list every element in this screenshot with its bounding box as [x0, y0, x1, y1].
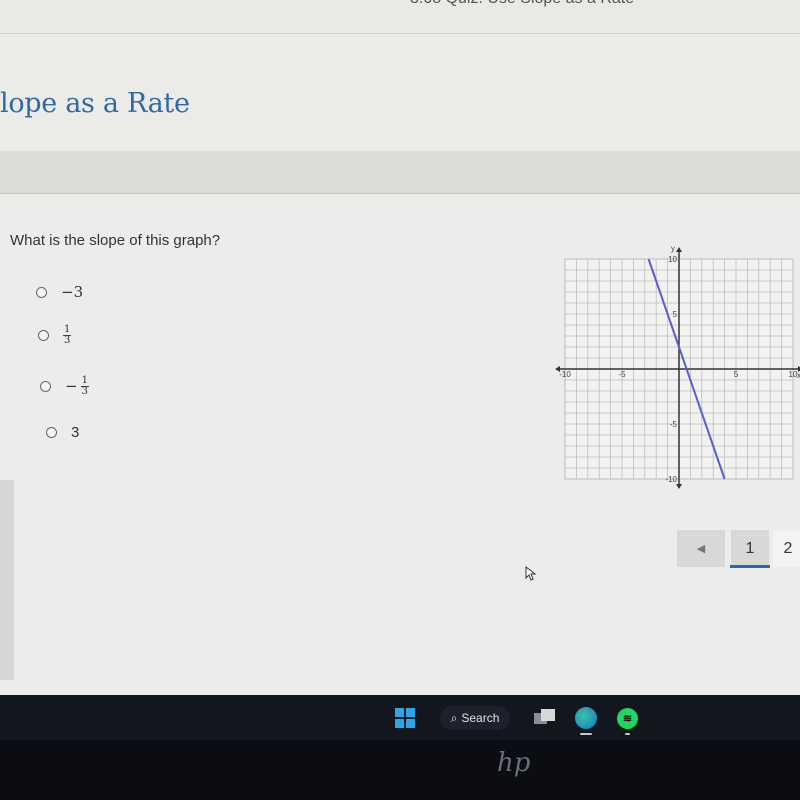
y-tick-label: 10 — [668, 255, 677, 264]
radio-button[interactable] — [36, 286, 47, 298]
question-text: What is the slope of this graph? — [10, 232, 221, 249]
x-tick-label: -5 — [618, 370, 626, 379]
search-label: Search — [461, 711, 500, 725]
answer-option-neg-one-third[interactable]: − 1 3 — [40, 376, 89, 397]
y-axis-arrow-up — [676, 247, 682, 252]
page-button-1[interactable]: 1 — [731, 530, 769, 567]
answer-option-one-third[interactable]: 1 3 — [38, 324, 72, 346]
x-tick-label: 10 — [789, 370, 798, 379]
windows-start-icon[interactable] — [395, 708, 415, 728]
coordinate-graph: yx-10 -5 5 10105-5-10 — [555, 244, 800, 489]
y-axis-label: y — [671, 244, 675, 253]
edge-browser-icon[interactable] — [575, 707, 597, 729]
y-axis-arrow-down — [676, 484, 682, 489]
current-page-indicator — [730, 565, 770, 568]
spotify-icon[interactable]: ≋ — [617, 708, 638, 729]
browser-viewport: 3.08 Quiz: Use Slope as a Rate lope as a… — [0, 0, 800, 695]
toolbar-band — [0, 151, 800, 194]
taskbar-search-button[interactable]: ⌕ Search — [440, 706, 510, 730]
running-app-indicator — [580, 733, 592, 735]
top-bar: 3.08 Quiz: Use Slope as a Rate — [0, 0, 800, 34]
lesson-title: lope as a Rate — [0, 88, 190, 119]
search-icon: ⌕ — [450, 710, 458, 725]
x-tick-label: 5 — [734, 370, 739, 379]
option-label: 1 3 — [63, 324, 72, 346]
hp-logo: hp — [497, 748, 531, 778]
running-app-indicator — [625, 733, 630, 735]
fraction: 1 3 — [63, 324, 72, 346]
answer-option-3[interactable]: 3 — [46, 424, 79, 441]
quiz-title: 3.08 Quiz: Use Slope as a Rate — [410, 0, 634, 8]
task-view-icon[interactable] — [534, 709, 556, 725]
chevron-left-icon: ◀ — [696, 543, 706, 555]
option-label: 3 — [71, 424, 80, 441]
left-edge-panel — [0, 480, 14, 680]
page-button-2[interactable]: 2 — [773, 530, 800, 567]
laptop-bezel — [0, 740, 800, 800]
option-label: −3 — [61, 283, 84, 301]
radio-button[interactable] — [40, 381, 51, 392]
option-label: − 1 3 — [65, 375, 89, 397]
y-tick-label: -10 — [665, 475, 677, 484]
radio-button[interactable] — [46, 427, 57, 438]
x-tick-label: -10 — [559, 370, 571, 379]
fraction: 1 3 — [80, 375, 89, 397]
mouse-cursor-icon — [525, 566, 537, 581]
previous-page-button[interactable]: ◀ — [677, 530, 725, 567]
y-tick-label: -5 — [670, 420, 678, 429]
radio-button[interactable] — [38, 330, 49, 341]
answer-option-neg-3[interactable]: −3 — [36, 283, 83, 301]
y-tick-label: 5 — [673, 310, 678, 319]
